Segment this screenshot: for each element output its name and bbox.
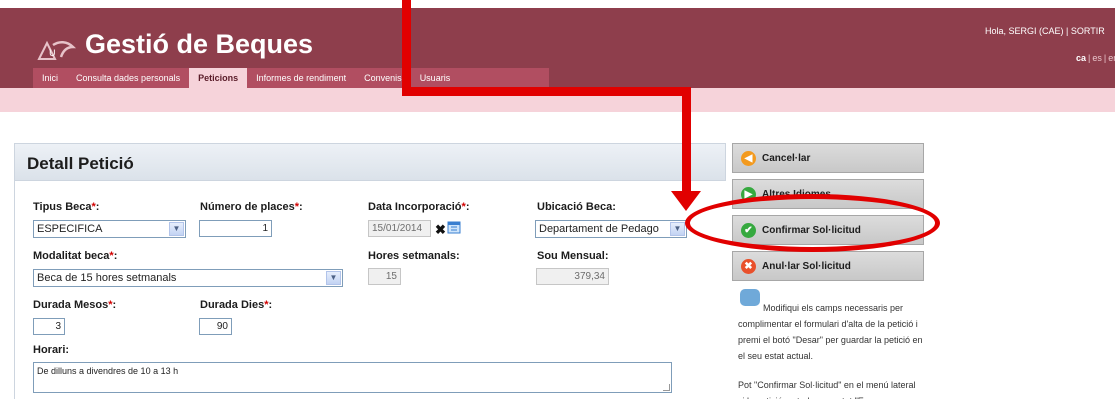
label-modalitat-beca: Modalitat beca*: <box>33 250 118 262</box>
label-sou-mensual: Sou Mensual: <box>537 250 609 262</box>
label-data-incorporacio: Data Incorporació*: <box>368 201 470 213</box>
label-ubicacio-beca: Ubicació Beca: <box>537 201 616 213</box>
label-durada-mesos: Durada Mesos*: <box>33 299 117 311</box>
annotation-arrow-horizontal <box>402 87 691 96</box>
tab-consulta-dades-personals[interactable]: Consulta dades personals <box>67 68 189 88</box>
close-icon: ✖ <box>741 259 756 274</box>
help-text: Modifiqui els camps necessaris per compl… <box>738 303 923 361</box>
annotation-arrow-vertical-1 <box>402 0 411 95</box>
durada-mesos-input[interactable]: 3 <box>33 318 65 335</box>
app-title: Gestió de Beques <box>85 29 314 59</box>
language-switcher: ca|es|en <box>1076 53 1115 63</box>
label-horari: Horari: <box>33 344 70 356</box>
cancel-button[interactable]: ◀ Cancel·lar <box>732 143 924 173</box>
horari-textarea[interactable]: De dilluns a divendres de 10 a 13 h <box>33 362 672 393</box>
chevron-down-icon: ▼ <box>326 271 341 285</box>
help-text-continued: Pot "Confirmar Sol·licitud" en el menú l… <box>738 380 916 399</box>
language-ca[interactable]: ca <box>1076 53 1086 63</box>
svg-text:U: U <box>49 49 56 59</box>
label-hores-setmanals: Hores setmanals: <box>368 250 460 262</box>
annotation-highlight-ellipse <box>685 194 940 252</box>
user-greeting[interactable]: Hola, SERGI (CAE) | SORTIR <box>985 26 1105 36</box>
label-tipus-beca: Tipus Beca*: <box>33 201 100 213</box>
sou-mensual-input: 379,34 <box>536 268 609 285</box>
tab-usuaris[interactable]: Usuaris <box>411 68 460 88</box>
language-en[interactable]: en <box>1108 53 1115 63</box>
label-durada-dies: Durada Dies*: <box>200 299 273 311</box>
panel-header: Detall Petició <box>14 143 726 181</box>
annul-request-button[interactable]: ✖ Anul·lar Sol·licitud <box>732 251 924 281</box>
clear-date-icon[interactable]: ✖ <box>435 223 446 236</box>
page-title: Detall Petició <box>27 154 134 173</box>
resize-grip-icon[interactable] <box>663 384 670 391</box>
tab-peticions[interactable]: Peticions <box>189 68 248 88</box>
screen: U Gestió de Beques Hola, SERGI (CAE) | S… <box>0 0 1115 399</box>
university-logo-icon: U <box>37 40 77 60</box>
tipus-beca-select[interactable]: ESPECIFICA ▼ <box>33 220 186 238</box>
modalitat-beca-select[interactable]: Beca de 15 hores setmanals ▼ <box>33 269 343 287</box>
chevron-down-icon: ▼ <box>670 222 685 236</box>
tab-inici[interactable]: Inici <box>33 68 67 88</box>
numero-places-input[interactable]: 1 <box>199 220 272 237</box>
chevron-down-icon: ▼ <box>169 222 184 236</box>
tab-informes-rendiment[interactable]: Informes de rendiment <box>247 68 355 88</box>
durada-dies-input[interactable]: 90 <box>199 318 232 335</box>
calendar-icon[interactable] <box>447 220 461 234</box>
data-incorporacio-input[interactable]: 15/01/2014 <box>368 220 431 237</box>
annotation-arrow-vertical-2 <box>682 87 691 193</box>
ubicacio-beca-select[interactable]: Departament de Pedago ▼ <box>535 220 687 238</box>
language-es[interactable]: es <box>1092 53 1102 63</box>
main-nav-tabs: Inici Consulta dades personals Peticions… <box>33 68 549 88</box>
annotation-arrowhead <box>671 191 701 211</box>
hores-setmanals-input: 15 <box>368 268 401 285</box>
arrow-left-icon: ◀ <box>741 151 756 166</box>
label-numero-places: Número de places*: <box>200 201 303 213</box>
